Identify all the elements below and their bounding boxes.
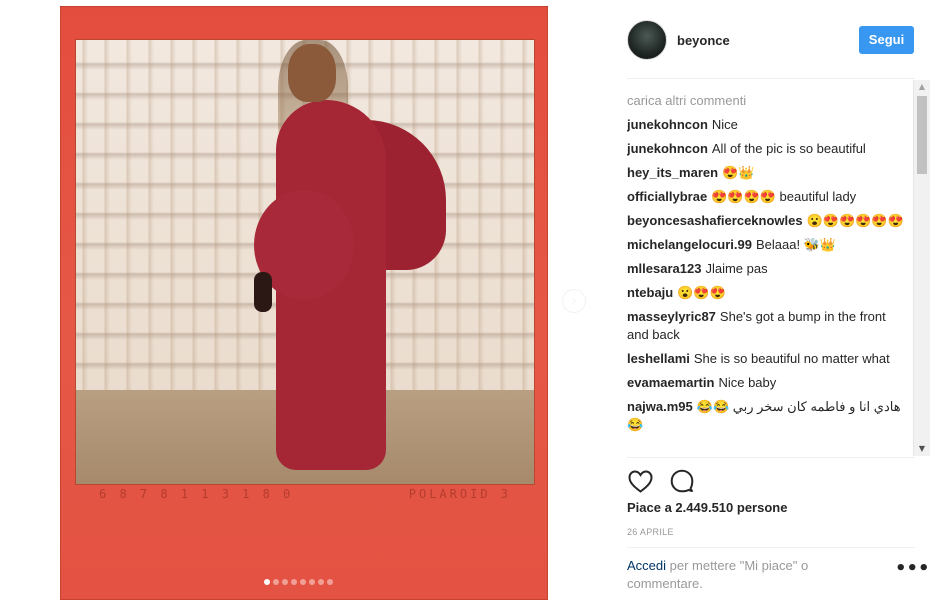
comment-item: beyoncesashafierceknowles 😮😍😍😍😍😍: [627, 212, 905, 230]
load-more-comments-link[interactable]: carica altri commenti: [627, 92, 905, 110]
comment-item: najwa.m95 هادي انا و فاطمه كان سخر ربي 😂😂…: [627, 398, 905, 434]
comment-item: ntebaju 😮😍😍: [627, 284, 905, 302]
post-actions: [627, 466, 695, 496]
comment-username[interactable]: junekohncon: [627, 117, 708, 132]
speech-bubble-icon: [670, 469, 694, 493]
comment-text: All of the pic is so beautiful: [711, 141, 866, 156]
comments-scrollbar[interactable]: ▲ ▼: [913, 80, 930, 456]
carousel-dot[interactable]: [273, 579, 279, 585]
comment-item: junekohncon Nice: [627, 116, 905, 134]
comment-item: junekohncon All of the pic is so beautifu…: [627, 140, 905, 158]
heart-icon: [627, 469, 653, 493]
comment-text: Nice baby: [718, 375, 777, 390]
follow-button[interactable]: Segui: [859, 26, 914, 54]
login-link[interactable]: Accedi: [627, 558, 666, 573]
divider: [627, 547, 915, 548]
login-prompt: Accedi per mettere "Mi piace" o commenta…: [627, 557, 857, 593]
scrollbar-thumb[interactable]: [917, 96, 927, 174]
carousel-dot[interactable]: [282, 579, 288, 585]
more-options-button[interactable]: •••: [895, 560, 930, 580]
comment-username[interactable]: officiallybrae: [627, 189, 707, 204]
comment-username[interactable]: junekohncon: [627, 141, 708, 156]
carousel-dot[interactable]: [300, 579, 306, 585]
polaroid-edge-print: 6 8 7 8 1 1 3 1 8 0 POLAROID 3: [75, 487, 535, 505]
divider: [627, 457, 915, 458]
comment-username[interactable]: leshellami: [627, 351, 690, 366]
comment-item: evamaemartin Nice baby: [627, 374, 905, 392]
comment-text: She is so beautiful no matter what: [693, 351, 890, 366]
comment-item: leshellami She is so beautiful no matter …: [627, 350, 905, 368]
divider: [627, 78, 915, 79]
comment-text: Jlaime pas: [705, 261, 768, 276]
comment-username[interactable]: masseylyric87: [627, 309, 716, 324]
post-photo[interactable]: 6 8 7 8 1 1 3 1 8 0 POLAROID 3: [60, 6, 548, 600]
comment-item: hey_its_maren 😍👑: [627, 164, 905, 182]
comment-item: mllesara123 Jlaime pas: [627, 260, 905, 278]
figure-head: [288, 44, 336, 102]
like-button[interactable]: [627, 468, 653, 494]
avatar[interactable]: [627, 20, 667, 60]
comment-text: Belaaa! 🐝👑: [756, 237, 837, 252]
comment-username[interactable]: hey_its_maren: [627, 165, 718, 180]
likes-count[interactable]: Piace a 2.449.510 persone: [627, 500, 787, 515]
more-options-icon: •••: [895, 558, 930, 579]
carousel-dot[interactable]: [318, 579, 324, 585]
comment-username[interactable]: najwa.m95: [627, 399, 693, 414]
comment-username[interactable]: beyoncesashafierceknowles: [627, 213, 803, 228]
comment-username[interactable]: mllesara123: [627, 261, 701, 276]
comment-item: masseylyric87 She's got a bump in the fro…: [627, 308, 905, 344]
carousel-dot[interactable]: [264, 579, 270, 585]
comment-username[interactable]: evamaemartin: [627, 375, 714, 390]
post-sidebar: beyonce Segui carica altri commenti june…: [609, 0, 934, 603]
comment-item: officiallybrae 😍😍😍😍 beautiful lady: [627, 188, 905, 206]
photo-pane: 6 8 7 8 1 1 3 1 8 0 POLAROID 3 ›: [0, 0, 609, 603]
comments-list: carica altri commenti junekohncon Nice jun…: [627, 92, 905, 456]
comment-text: 😍😍😍😍 beautiful lady: [711, 189, 857, 204]
photo-image-area: [75, 39, 535, 485]
scroll-up-arrow-icon[interactable]: ▲: [914, 80, 930, 94]
comment-item: michelangelocuri.99 Belaaa! 🐝👑: [627, 236, 905, 254]
carousel-dot[interactable]: [327, 579, 333, 585]
polaroid-edge-code: 6 8 7 8 1 1 3 1 8 0: [99, 487, 294, 501]
comment-text: 😮😍😍😍😍😍: [806, 213, 904, 228]
comment-username[interactable]: ntebaju: [627, 285, 673, 300]
carousel-dots: [264, 579, 333, 585]
comment-button[interactable]: [669, 468, 695, 494]
scroll-down-arrow-icon[interactable]: ▼: [914, 442, 930, 456]
carousel-dot[interactable]: [291, 579, 297, 585]
comment-username[interactable]: michelangelocuri.99: [627, 237, 752, 252]
post-username[interactable]: beyonce: [677, 33, 730, 48]
comment-text: 😍👑: [722, 165, 755, 180]
chevron-right-icon: ›: [571, 293, 577, 309]
post-date[interactable]: 26 APRILE: [627, 527, 674, 537]
polaroid-edge-brand: POLAROID 3: [408, 487, 511, 501]
comment-text: Nice: [711, 117, 738, 132]
comment-text: 😮😍😍: [677, 285, 726, 300]
figure-clutch-bag: [254, 272, 272, 312]
carousel-dot[interactable]: [309, 579, 315, 585]
carousel-next-button[interactable]: ›: [562, 289, 586, 313]
